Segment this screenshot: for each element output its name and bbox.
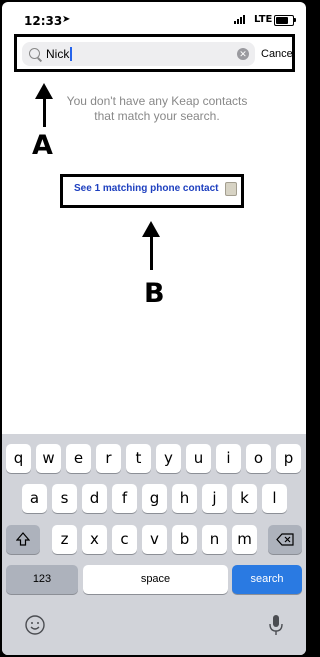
key-v[interactable]: v (142, 525, 167, 554)
search-bar-annotation-a: Nick ✕ Cancel (14, 34, 295, 72)
location-icon: ➤ (62, 14, 71, 25)
on-screen-keyboard: q w e r t y u i o p a s d f g h j k l z … (2, 434, 306, 655)
status-time: 12:33 (24, 14, 63, 28)
key-g[interactable]: g (142, 484, 167, 513)
key-p[interactable]: p (276, 444, 301, 473)
search-input[interactable]: Nick ✕ (22, 42, 255, 66)
cancel-button[interactable]: Cancel (261, 48, 295, 60)
shift-key[interactable] (6, 525, 40, 554)
microphone-icon[interactable] (268, 613, 284, 637)
key-t[interactable]: t (126, 444, 151, 473)
key-y[interactable]: y (156, 444, 181, 473)
space-key[interactable]: space (83, 565, 228, 594)
key-m[interactable]: m (232, 525, 257, 554)
status-bar: 12:33 ➤ LTE (2, 2, 306, 34)
key-l[interactable]: l (262, 484, 287, 513)
phone-match-annotation-b: See 1 matching phone contact (60, 174, 244, 208)
battery-icon (274, 15, 296, 26)
key-j[interactable]: j (202, 484, 227, 513)
key-z[interactable]: z (52, 525, 77, 554)
key-d[interactable]: d (82, 484, 107, 513)
key-c[interactable]: c (112, 525, 137, 554)
key-x[interactable]: x (82, 525, 107, 554)
annotation-label-b: B (144, 278, 165, 309)
shift-icon (15, 532, 31, 546)
key-o[interactable]: o (246, 444, 271, 473)
key-f[interactable]: f (112, 484, 137, 513)
phone-screen: 12:33 ➤ LTE Nick ✕ Cancel A You don't ha… (2, 2, 306, 655)
backspace-icon (276, 533, 294, 546)
key-n[interactable]: n (202, 525, 227, 554)
text-cursor (70, 47, 72, 61)
network-label: LTE (254, 14, 273, 25)
annotation-label-a: A (32, 130, 53, 161)
emoji-icon[interactable] (24, 614, 46, 636)
signal-icon (234, 15, 245, 24)
key-u[interactable]: u (186, 444, 211, 473)
search-icon (29, 48, 40, 59)
key-q[interactable]: q (6, 444, 31, 473)
key-w[interactable]: w (36, 444, 61, 473)
search-key[interactable]: search (232, 565, 302, 594)
clear-icon[interactable]: ✕ (237, 48, 249, 60)
search-query: Nick (46, 47, 70, 61)
phone-contact-match-link[interactable]: See 1 matching phone contact (74, 183, 218, 194)
key-a[interactable]: a (22, 484, 47, 513)
numbers-key[interactable]: 123 (6, 565, 78, 594)
backspace-key[interactable] (268, 525, 302, 554)
contacts-app-icon (225, 182, 237, 196)
key-s[interactable]: s (52, 484, 77, 513)
key-e[interactable]: e (66, 444, 91, 473)
key-h[interactable]: h (172, 484, 197, 513)
key-r[interactable]: r (96, 444, 121, 473)
empty-results-message: You don't have any Keap contacts that ma… (66, 94, 248, 123)
key-i[interactable]: i (216, 444, 241, 473)
key-b[interactable]: b (172, 525, 197, 554)
key-k[interactable]: k (232, 484, 257, 513)
arrow-b-icon (142, 221, 160, 270)
